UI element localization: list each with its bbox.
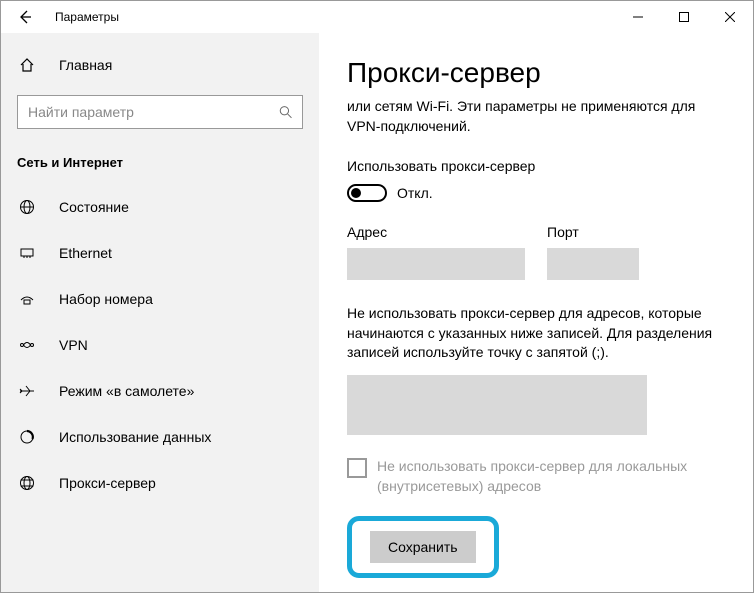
search-box[interactable] (17, 95, 303, 129)
address-input[interactable] (347, 248, 525, 280)
bypass-local-label: Не использовать прокси-сервер для локаль… (377, 457, 725, 496)
close-button[interactable] (707, 1, 753, 33)
sidebar-item-vpn[interactable]: VPN (1, 322, 319, 368)
save-button[interactable]: Сохранить (370, 531, 476, 563)
exception-input[interactable] (347, 375, 647, 435)
home-icon (17, 55, 37, 75)
data-usage-icon (17, 427, 37, 447)
sidebar-item-ethernet[interactable]: Ethernet (1, 230, 319, 276)
sidebar-item-status[interactable]: Состояние (1, 184, 319, 230)
sidebar-item-airplane[interactable]: Режим «в самолете» (1, 368, 319, 414)
sidebar: Главная Сеть и Интернет Состояние Ethern… (1, 33, 319, 592)
maximize-button[interactable] (661, 1, 707, 33)
back-button[interactable] (13, 5, 37, 29)
ethernet-icon (17, 243, 37, 263)
vpn-icon (17, 335, 37, 355)
globe-icon (17, 197, 37, 217)
port-label: Порт (547, 224, 639, 240)
search-icon (279, 105, 292, 119)
titlebar: Параметры (1, 1, 753, 33)
sidebar-item-datausage[interactable]: Использование данных (1, 414, 319, 460)
sidebar-item-label: Состояние (59, 199, 129, 215)
use-proxy-label: Использовать прокси-сервер (347, 158, 725, 174)
sidebar-item-label: Ethernet (59, 245, 112, 261)
arrow-left-icon (17, 9, 33, 25)
search-input[interactable] (28, 104, 279, 120)
page-description: или сетям Wi-Fi. Эти параметры не примен… (347, 97, 725, 136)
toggle-knob (351, 188, 361, 198)
close-icon (725, 12, 735, 22)
sidebar-item-label: Набор номера (59, 291, 153, 307)
sidebar-home-label: Главная (59, 57, 112, 73)
main-panel: Прокси-сервер или сетям Wi-Fi. Эти парам… (319, 33, 753, 592)
sidebar-item-dialup[interactable]: Набор номера (1, 276, 319, 322)
sidebar-home[interactable]: Главная (1, 45, 319, 85)
sidebar-item-label: Прокси-сервер (59, 475, 156, 491)
bypass-local-checkbox[interactable] (347, 458, 367, 478)
dialup-icon (17, 289, 37, 309)
sidebar-item-label: Режим «в самолете» (59, 383, 194, 399)
exception-text: Не использовать прокси-сервер для адресо… (347, 304, 725, 363)
page-title: Прокси-сервер (347, 57, 725, 89)
sidebar-item-proxy[interactable]: Прокси-сервер (1, 460, 319, 506)
save-highlight: Сохранить (347, 516, 499, 578)
toggle-state-label: Откл. (397, 185, 433, 201)
sidebar-item-label: Использование данных (59, 429, 211, 445)
window-controls (615, 1, 753, 33)
minimize-icon (633, 12, 643, 22)
address-label: Адрес (347, 224, 525, 240)
airplane-icon (17, 381, 37, 401)
proxy-icon (17, 473, 37, 493)
maximize-icon (679, 12, 689, 22)
minimize-button[interactable] (615, 1, 661, 33)
sidebar-item-label: VPN (59, 337, 88, 353)
window-title: Параметры (55, 10, 119, 24)
port-input[interactable] (547, 248, 639, 280)
sidebar-category-header: Сеть и Интернет (1, 147, 319, 184)
use-proxy-toggle[interactable] (347, 184, 387, 202)
